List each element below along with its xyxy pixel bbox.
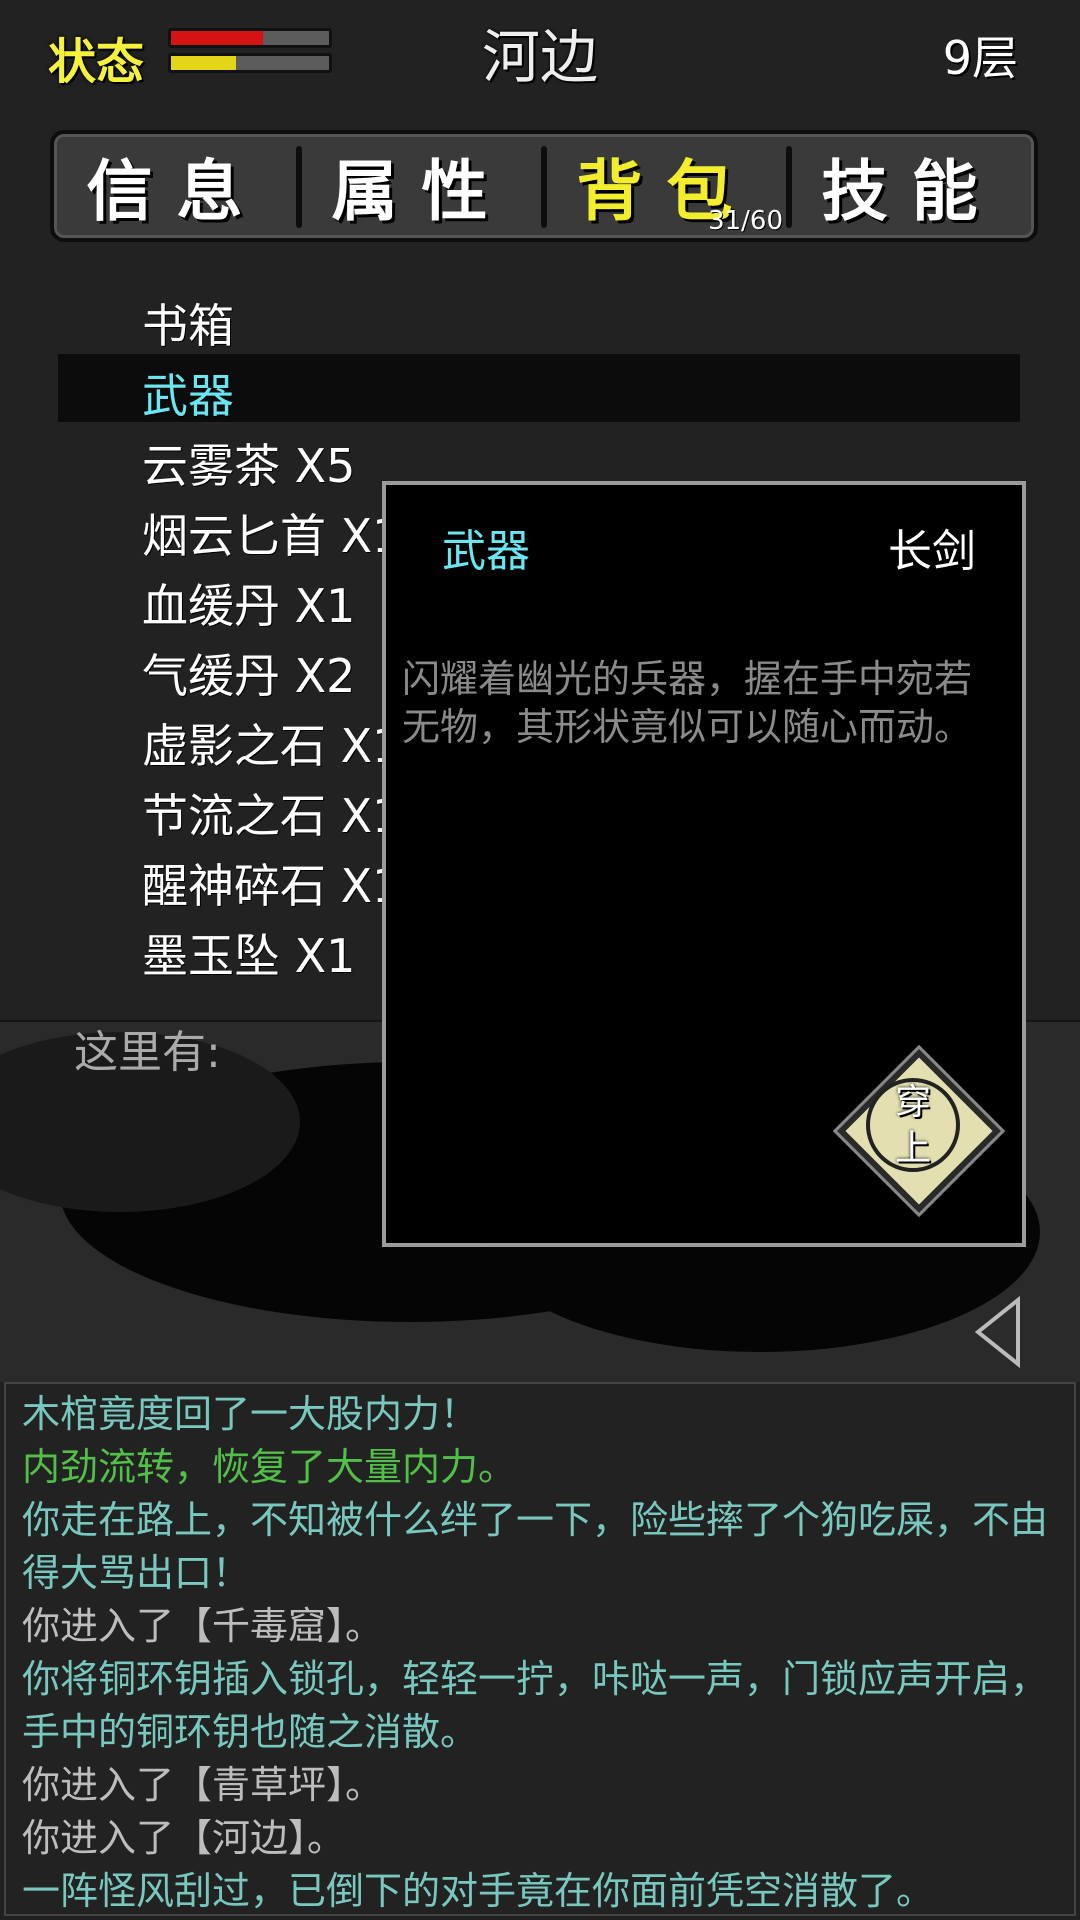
- inventory-item[interactable]: 云雾茶 X5: [111, 430, 373, 496]
- equip-label-line: 上: [894, 1128, 931, 1169]
- log-line: 你进入了【青草坪】。: [22, 1763, 384, 1807]
- tab-label: 信息: [86, 152, 267, 230]
- inventory-item[interactable]: 烟云匕首 X1: [111, 500, 401, 566]
- inventory-item[interactable]: 醒神碎石 X1: [111, 850, 401, 916]
- inventory-item-selected[interactable]: 武器: [112, 360, 372, 426]
- inventory-item[interactable]: 血缓丹 X1: [111, 570, 373, 636]
- equip-button[interactable]: 穿 上: [836, 1048, 1002, 1214]
- tab-label: 技能: [821, 152, 1002, 230]
- equip-label: 穿 上: [838, 1080, 988, 1172]
- log-line: 你进入了【河边】。: [22, 1816, 346, 1860]
- item-name: 长剑: [888, 526, 976, 577]
- inventory-item[interactable]: 墨玉坠 X1: [111, 920, 373, 986]
- tab-skills[interactable]: 技能: [786, 134, 1034, 238]
- equip-label-line: 穿: [894, 1082, 931, 1123]
- log-line: 你走在路上，不知被什么绊了一下，险些摔了个狗吃屎，不由得大骂出口！: [22, 1498, 1049, 1595]
- log-line: 木棺竟度回了一大股内力！: [22, 1392, 479, 1436]
- item-detail-dialog: 武器 长剑 闪耀着幽光的兵器，握在手中宛若无物，其形状竟似可以随心而动。 穿 上: [382, 481, 1026, 1247]
- inventory-item[interactable]: 书箱: [112, 290, 372, 356]
- tab-bar: 信息 属性 背包 31/60 技能: [50, 130, 1038, 242]
- tab-label: 属性: [331, 152, 512, 230]
- inventory-item[interactable]: 气缓丹 X2: [111, 640, 373, 706]
- backpack-capacity: 31/60: [708, 206, 783, 236]
- here-label: 这里有:: [74, 1027, 221, 1078]
- tab-attributes[interactable]: 属性: [296, 134, 544, 238]
- inventory-item[interactable]: 节流之石 X1: [111, 780, 401, 846]
- location-title: 河边: [481, 23, 598, 91]
- tab-backpack[interactable]: 背包 31/60: [541, 134, 789, 238]
- log-line: 你进入了【千毒窟】。: [22, 1604, 384, 1648]
- tab-info[interactable]: 信息: [54, 134, 299, 238]
- inventory-item[interactable]: 虚影之石 X1: [111, 710, 401, 776]
- item-category: 武器: [408, 515, 608, 579]
- log-line: 你将铜环钥插入锁孔，轻轻一拧，咔哒一声，门锁应声开启，手中的铜环钥也随之消散。: [22, 1657, 1049, 1754]
- item-category-label: 武器: [442, 526, 530, 577]
- back-arrow-icon[interactable]: [972, 1296, 1024, 1368]
- floor-indicator: 9层: [942, 31, 1018, 85]
- message-log: 木棺竟度回了一大股内力！ 内劲流转，恢复了大量内力。 你走在路上，不知被什么绊了…: [4, 1382, 1076, 1916]
- log-line: 内劲流转，恢复了大量内力。: [22, 1445, 517, 1489]
- log-line: 一阵怪风刮过，已倒下的对手竟在你面前凭空消散了。: [22, 1869, 935, 1913]
- item-description: 闪耀着幽光的兵器，握在手中宛若无物，其形状竟似可以随心而动。: [402, 657, 973, 749]
